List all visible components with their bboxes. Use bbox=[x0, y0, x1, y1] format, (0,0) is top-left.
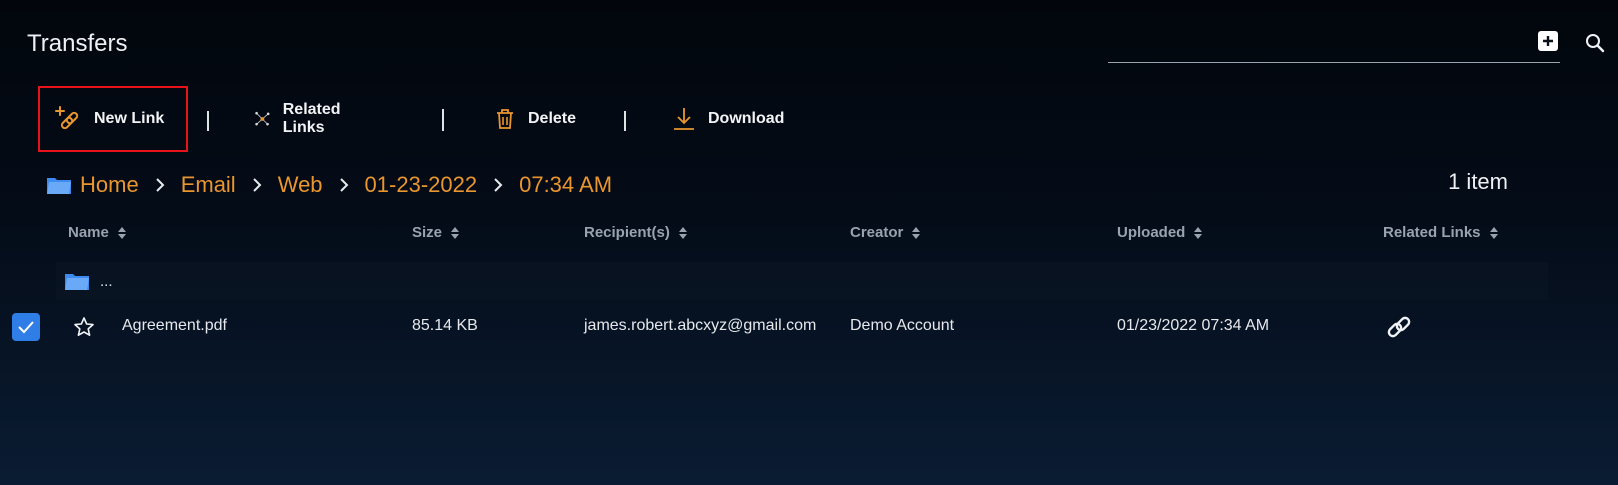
parent-folder-label: ... bbox=[100, 272, 113, 290]
sort-icon bbox=[117, 226, 127, 240]
delete-button[interactable]: Delete bbox=[494, 86, 576, 152]
search-field[interactable] bbox=[1108, 26, 1560, 63]
breadcrumb: Home Email Web 01-23-2022 07:34 AM bbox=[46, 170, 612, 200]
table-row[interactable]: Agreement.pdf 85.14 KB james.robert.abcx… bbox=[0, 305, 1560, 349]
trash-icon bbox=[497, 109, 513, 129]
add-link-icon bbox=[55, 106, 79, 130]
chevron-right-icon bbox=[493, 178, 503, 192]
breadcrumb-time[interactable]: 07:34 AM bbox=[519, 172, 612, 198]
related-links-cell[interactable] bbox=[1384, 312, 1414, 347]
folder-icon bbox=[65, 274, 89, 290]
item-count: 1 item bbox=[1448, 169, 1508, 194]
sort-icon bbox=[911, 226, 921, 240]
checkmark-icon bbox=[18, 321, 34, 334]
network-icon bbox=[255, 111, 270, 126]
chevron-right-icon bbox=[339, 178, 349, 192]
column-label: Creator bbox=[850, 224, 904, 241]
search-button[interactable] bbox=[1584, 32, 1608, 56]
toolbar-divider bbox=[207, 111, 209, 131]
sort-icon bbox=[1193, 226, 1203, 240]
favorite-toggle[interactable] bbox=[73, 316, 95, 343]
star-icon bbox=[74, 317, 94, 336]
download-button[interactable]: Download bbox=[672, 86, 784, 152]
file-uploaded: 01/23/2022 07:34 AM bbox=[1117, 317, 1270, 334]
related-links-button[interactable]: Related Links bbox=[254, 86, 350, 152]
breadcrumb-date[interactable]: 01-23-2022 bbox=[365, 172, 478, 198]
search-icon bbox=[1586, 34, 1605, 53]
column-header-uploaded[interactable]: Uploaded bbox=[1117, 224, 1203, 241]
sort-icon bbox=[1489, 226, 1499, 240]
chevron-right-icon bbox=[155, 178, 165, 192]
column-label: Size bbox=[412, 224, 443, 241]
download-icon bbox=[674, 108, 694, 130]
transfers-page: Transfers New Link Related Links Delete … bbox=[0, 0, 1618, 485]
add-button[interactable] bbox=[1538, 31, 1558, 51]
column-header-name[interactable]: Name bbox=[68, 224, 127, 241]
breadcrumb-email[interactable]: Email bbox=[181, 172, 236, 198]
file-name[interactable]: Agreement.pdf bbox=[122, 317, 227, 335]
delete-label: Delete bbox=[528, 110, 577, 127]
column-label: Recipient(s) bbox=[584, 224, 670, 241]
download-label: Download bbox=[708, 110, 785, 127]
file-recipients: james.robert.abcxyz@gmail.com bbox=[584, 317, 817, 334]
column-label: Uploaded bbox=[1117, 224, 1186, 241]
file-creator: Demo Account bbox=[850, 317, 955, 334]
sort-icon bbox=[450, 226, 460, 240]
link-icon bbox=[1387, 316, 1411, 338]
new-link-label: New Link bbox=[94, 110, 165, 127]
column-label: Name bbox=[68, 224, 109, 241]
column-header-creator[interactable]: Creator bbox=[850, 224, 921, 241]
folder-icon bbox=[47, 178, 71, 194]
column-header-size[interactable]: Size bbox=[412, 224, 460, 241]
column-label: Related Links bbox=[1383, 224, 1481, 241]
breadcrumb-home[interactable]: Home bbox=[80, 172, 139, 198]
related-links-label: Related Links bbox=[282, 101, 341, 136]
parent-folder-row[interactable]: ... bbox=[56, 262, 1548, 300]
row-checkbox[interactable] bbox=[12, 313, 40, 341]
chevron-right-icon bbox=[252, 178, 262, 192]
toolbar-divider bbox=[624, 111, 626, 131]
toolbar-divider bbox=[442, 109, 444, 131]
sort-icon bbox=[678, 226, 688, 240]
new-link-button[interactable]: New Link bbox=[38, 86, 188, 152]
table-header: Name Size Recipient(s) Creator Uploaded … bbox=[0, 224, 1560, 246]
page-title: Transfers bbox=[27, 30, 128, 57]
file-size: 85.14 KB bbox=[412, 317, 478, 334]
add-square-icon bbox=[1543, 36, 1553, 46]
column-header-recipients[interactable]: Recipient(s) bbox=[584, 224, 688, 241]
breadcrumb-web[interactable]: Web bbox=[278, 172, 323, 198]
column-header-related-links[interactable]: Related Links bbox=[1383, 224, 1499, 241]
